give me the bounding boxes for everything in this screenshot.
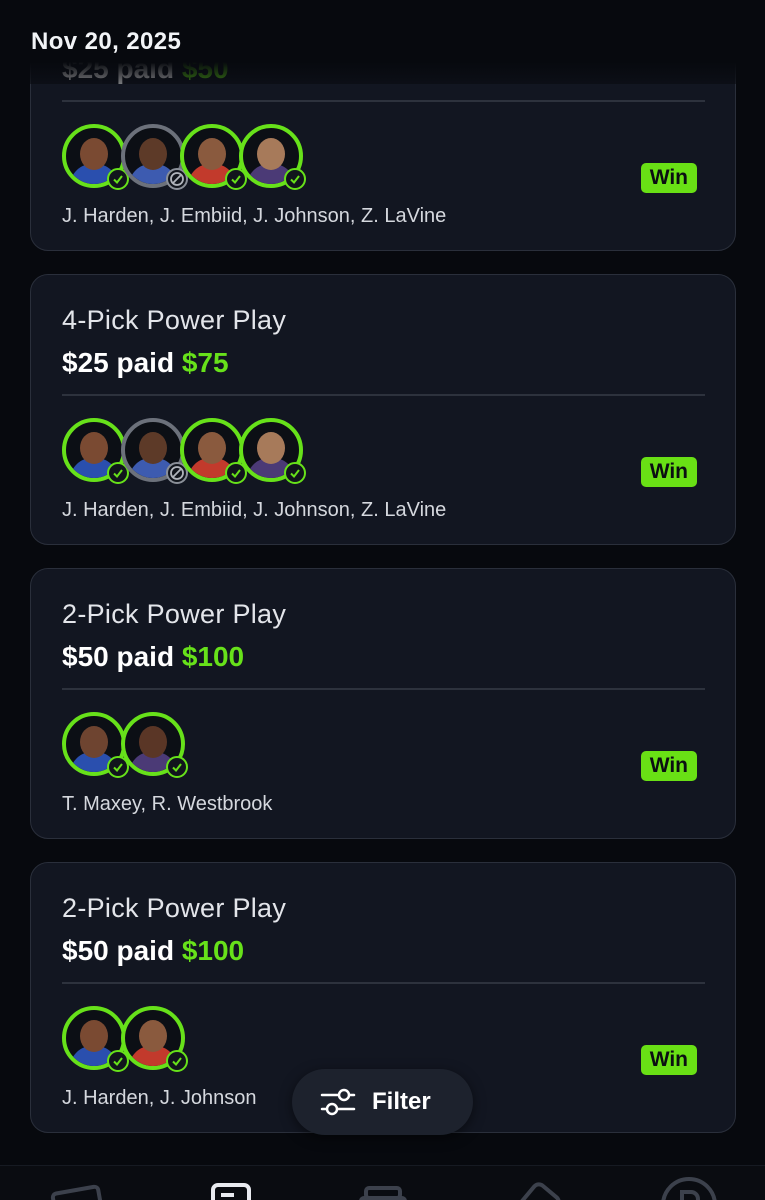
player-avatar xyxy=(121,1006,188,1072)
result-badge: Win xyxy=(640,751,697,781)
result-badge: Win xyxy=(640,1045,697,1075)
card-divider xyxy=(62,688,705,690)
player-avatar xyxy=(239,418,306,484)
player-avatar xyxy=(62,124,129,190)
my-lineups-screen: 4-Pick Flex Play $25 paid $50 xyxy=(0,0,765,1200)
player-names: T. Maxey, R. Westbrook xyxy=(62,793,273,815)
lineup-card-icon xyxy=(211,1183,251,1200)
player-avatar xyxy=(62,712,129,778)
stack-icon xyxy=(359,1186,407,1200)
tab-lobby[interactable] xyxy=(50,1182,106,1200)
filter-button[interactable]: Filter xyxy=(292,1069,473,1135)
result-badge: Win xyxy=(640,163,697,193)
date-label: Nov 20, 2025 xyxy=(31,28,182,55)
payout-amount: $75 xyxy=(181,347,229,378)
lineup-amount: $25 paid $75 xyxy=(62,347,229,379)
lineup-card[interactable]: 4-Pick Power Play $25 paid $75 J. Harden… xyxy=(30,274,736,545)
check-icon xyxy=(284,168,306,190)
entry-amount: $25 paid xyxy=(62,347,175,378)
check-icon xyxy=(166,756,188,778)
player-avatar xyxy=(121,712,188,778)
payout-amount: $100 xyxy=(181,935,245,966)
tab-profile[interactable] xyxy=(660,1176,718,1200)
player-names: J. Harden, J. Embiid, J. Johnson, Z. LaV… xyxy=(62,499,447,521)
payout-amount: $100 xyxy=(181,641,245,672)
player-names: J. Harden, J. Johnson xyxy=(62,1087,257,1109)
player-avatar xyxy=(180,124,247,190)
player-avatars xyxy=(62,418,306,484)
player-avatar xyxy=(62,1006,129,1072)
lineup-title: 4-Pick Power Play xyxy=(62,305,287,335)
card-divider xyxy=(62,982,705,984)
lineup-card[interactable]: 2-Pick Power Play $50 paid $100 T. Maxey… xyxy=(30,568,736,839)
tab-contests[interactable] xyxy=(358,1182,408,1200)
card-divider xyxy=(62,100,705,102)
filter-label: Filter xyxy=(372,1088,431,1115)
player-avatar xyxy=(121,418,188,484)
lineup-list[interactable]: 4-Pick Flex Play $25 paid $50 xyxy=(0,0,765,1165)
player-avatars xyxy=(62,712,188,778)
check-icon xyxy=(166,1050,188,1072)
entry-amount: $50 paid xyxy=(62,935,175,966)
tab-promos[interactable] xyxy=(515,1182,565,1200)
player-avatar xyxy=(180,418,247,484)
lineup-title: 2-Pick Power Play xyxy=(62,599,287,629)
entry-amount: $50 paid xyxy=(62,641,175,672)
result-badge: Win xyxy=(640,457,697,487)
tag-icon xyxy=(519,1182,561,1200)
player-avatar xyxy=(239,124,306,190)
lineup-amount: $50 paid $100 xyxy=(62,641,244,673)
check-icon xyxy=(284,462,306,484)
bottom-tab-bar xyxy=(0,1165,765,1200)
player-avatar xyxy=(121,124,188,190)
date-header: Nov 20, 2025 xyxy=(0,0,765,84)
ticket-icon xyxy=(50,1184,105,1200)
player-avatars xyxy=(62,1006,188,1072)
profile-circle-icon xyxy=(661,1177,717,1200)
player-avatars xyxy=(62,124,306,190)
lineup-title: 2-Pick Power Play xyxy=(62,893,287,923)
tab-my-lineups[interactable] xyxy=(210,1182,252,1200)
player-names: J. Harden, J. Embiid, J. Johnson, Z. LaV… xyxy=(62,205,447,227)
player-avatar xyxy=(62,418,129,484)
lineup-amount: $50 paid $100 xyxy=(62,935,244,967)
sliders-icon xyxy=(320,1088,356,1116)
card-divider xyxy=(62,394,705,396)
